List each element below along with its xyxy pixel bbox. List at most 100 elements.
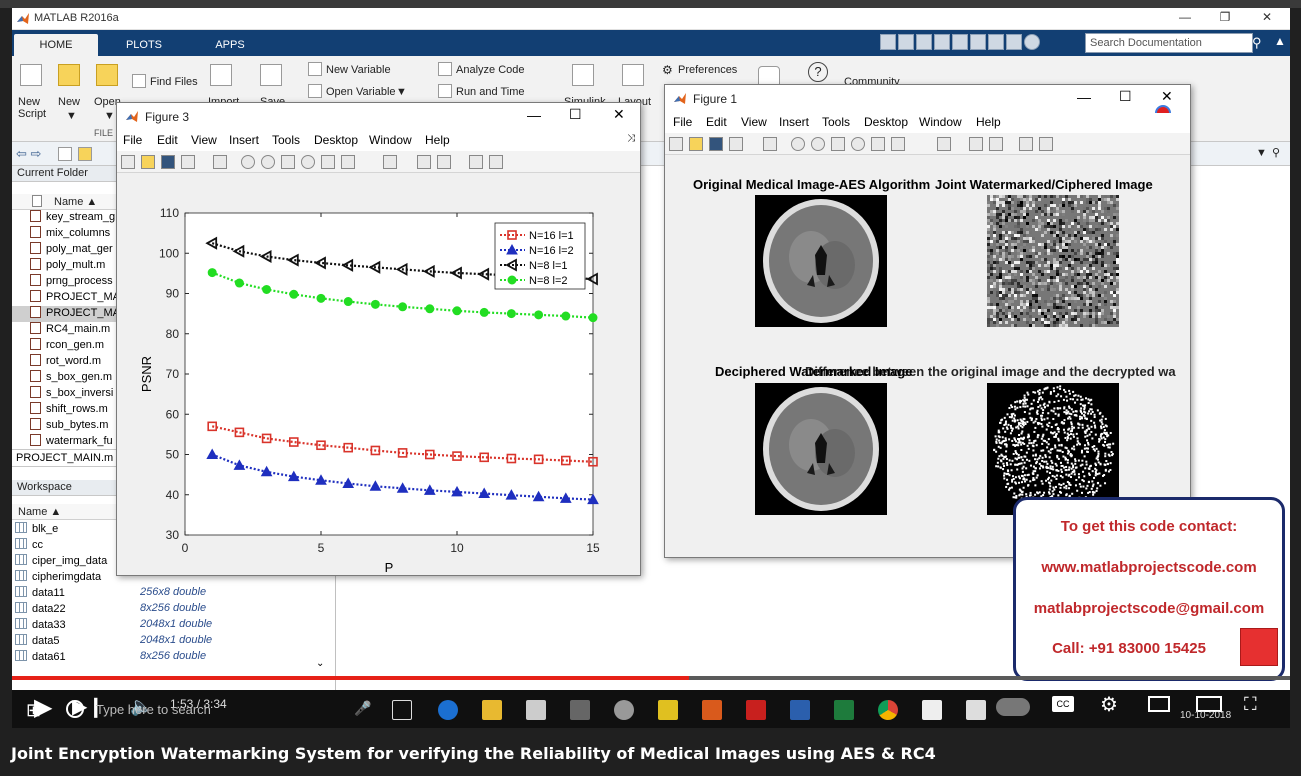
cloud-icon[interactable] [614, 700, 634, 720]
find-files-button[interactable]: Find Files [150, 76, 198, 88]
file-list-item[interactable]: key_stream_g [30, 210, 115, 226]
matlab-taskbar-icon[interactable] [702, 700, 722, 720]
taskbar-search-input[interactable]: Type here to search [96, 702, 211, 717]
link-plot-icon[interactable] [383, 155, 397, 169]
pointer-icon[interactable] [213, 155, 227, 169]
menu-edit[interactable]: Edit [706, 115, 727, 129]
browse-folder-icon[interactable] [78, 147, 92, 161]
cut-icon[interactable] [916, 34, 932, 50]
workspace-variable-row[interactable]: data11 256x8 double [15, 586, 325, 602]
open-file-icon[interactable] [141, 155, 155, 169]
file-list-item[interactable]: shift_rows.m [30, 402, 108, 418]
rotate-icon[interactable] [301, 155, 315, 169]
captions-icon[interactable]: CC [1052, 696, 1074, 712]
save-figure-icon[interactable] [161, 155, 175, 169]
search-icon[interactable]: ⚲ [1252, 35, 1262, 51]
open-dropdown-icon[interactable]: ▼ [104, 110, 115, 122]
link-plot-icon[interactable] [937, 137, 951, 151]
file-list-item[interactable]: PROJECT_MA [12, 306, 116, 322]
arch-icon[interactable] [922, 700, 942, 720]
cortana-icon[interactable] [66, 700, 84, 718]
hide-tools-icon[interactable] [469, 155, 483, 169]
up-folder-icon[interactable] [58, 147, 72, 161]
open-file-icon[interactable] [689, 137, 703, 151]
file-list-item[interactable]: prng_process [30, 274, 113, 290]
file-list-item[interactable]: rot_word.m [30, 354, 101, 370]
file-list-item[interactable]: PROJECT_MA [30, 290, 120, 306]
paste-icon[interactable] [952, 34, 968, 50]
new-button[interactable]: New [58, 96, 80, 108]
print-icon[interactable] [181, 155, 195, 169]
back-icon[interactable]: ⇦ ⇨ [16, 146, 41, 162]
colorbar-icon[interactable] [969, 137, 983, 151]
store-icon[interactable] [526, 700, 546, 720]
save-figure-icon[interactable] [709, 137, 723, 151]
figure-1-maximize-button[interactable]: ☐ [1119, 88, 1132, 105]
zoom-out-icon[interactable] [261, 155, 275, 169]
new-figure-icon[interactable] [669, 137, 683, 151]
menu-view[interactable]: View [741, 115, 767, 129]
run-and-time-button[interactable]: Run and Time [456, 86, 524, 98]
save-icon[interactable] [898, 34, 914, 50]
tab-apps[interactable]: APPS [192, 34, 268, 56]
screen-icon[interactable] [570, 700, 590, 720]
file-list-item[interactable]: s_box_gen.m [30, 370, 112, 386]
menu-insert[interactable]: Insert [229, 133, 259, 147]
data-cursor-icon[interactable] [871, 137, 885, 151]
legend-icon[interactable] [989, 137, 1003, 151]
search-documentation-input[interactable]: Search Documentation [1085, 33, 1253, 53]
zoom-in-icon[interactable] [791, 137, 805, 151]
file-explorer-icon[interactable] [482, 700, 502, 720]
file-list-item[interactable]: rcon_gen.m [30, 338, 104, 354]
analyze-code-button[interactable]: Analyze Code [456, 64, 525, 76]
fullscreen-icon[interactable]: ⛶ [1244, 694, 1257, 715]
contact-email[interactable]: matlabprojectscode@gmail.com [1016, 600, 1282, 617]
word-icon[interactable] [790, 700, 810, 720]
redo-icon[interactable] [988, 34, 1004, 50]
data-cursor-icon[interactable] [321, 155, 335, 169]
miniplayer-icon[interactable] [1148, 696, 1170, 712]
microphone-icon[interactable]: 🎤 [354, 700, 371, 717]
print-icon[interactable] [729, 137, 743, 151]
preferences-button[interactable]: Preferences [678, 64, 737, 76]
acrobat-icon[interactable] [746, 700, 766, 720]
pan-icon[interactable] [831, 137, 845, 151]
psnr-chart[interactable]: 0 5 10 15 30 40 50 60 70 80 90 100 110 P PSNR N=16 l=1 N… [117, 173, 640, 575]
menu-insert[interactable]: Insert [779, 115, 809, 129]
hide-tools-icon[interactable] [1019, 137, 1033, 151]
file-list-item[interactable]: watermark_fu [30, 434, 113, 450]
open-variable-dropdown-icon[interactable]: ▼ [396, 86, 407, 98]
dock-arrow-icon[interactable]: ⤨ [627, 133, 635, 144]
scroll-down-icon[interactable]: ⌄ [316, 658, 324, 669]
collapse-ribbon-icon[interactable]: ▲ [1274, 34, 1286, 48]
menu-edit[interactable]: Edit [157, 133, 178, 147]
colorbar-icon[interactable] [417, 155, 431, 169]
file-list-item[interactable]: RC4_main.m [30, 322, 110, 338]
menu-help[interactable]: Help [976, 115, 1001, 129]
play-icon[interactable]: ▶ [34, 693, 52, 722]
maximize-button[interactable]: ❐ [1210, 10, 1240, 24]
k7-icon[interactable] [966, 700, 986, 720]
minimize-button[interactable]: — [1170, 10, 1200, 24]
pointer-icon[interactable] [763, 137, 777, 151]
file-list-item[interactable]: sub_bytes.m [30, 418, 108, 434]
figure-3-minimize-button[interactable]: — [527, 107, 541, 123]
copy-icon[interactable] [934, 34, 950, 50]
close-button[interactable]: ✕ [1252, 10, 1282, 24]
tab-plots[interactable]: PLOTS [106, 34, 182, 56]
chrome-icon[interactable] [878, 700, 898, 720]
edge-icon[interactable] [438, 700, 458, 720]
file-list-item[interactable]: s_box_inversi [30, 386, 113, 402]
file-list-item[interactable]: poly_mult.m [30, 258, 105, 274]
menu-file[interactable]: File [673, 115, 692, 129]
settings-icon[interactable]: ⚙ [1100, 692, 1118, 717]
new-dropdown-icon[interactable]: ▼ [66, 110, 77, 122]
zoom-out-icon[interactable] [811, 137, 825, 151]
menu-window[interactable]: Window [919, 115, 962, 129]
workspace-variable-row[interactable]: data33 2048x1 double [15, 618, 325, 634]
new-script-button[interactable]: New Script [18, 96, 46, 120]
menu-window[interactable]: Window [369, 133, 412, 147]
menu-tools[interactable]: Tools [272, 133, 300, 147]
pause-toggle-icon[interactable] [996, 698, 1030, 716]
tab-home[interactable]: HOME [14, 34, 98, 56]
